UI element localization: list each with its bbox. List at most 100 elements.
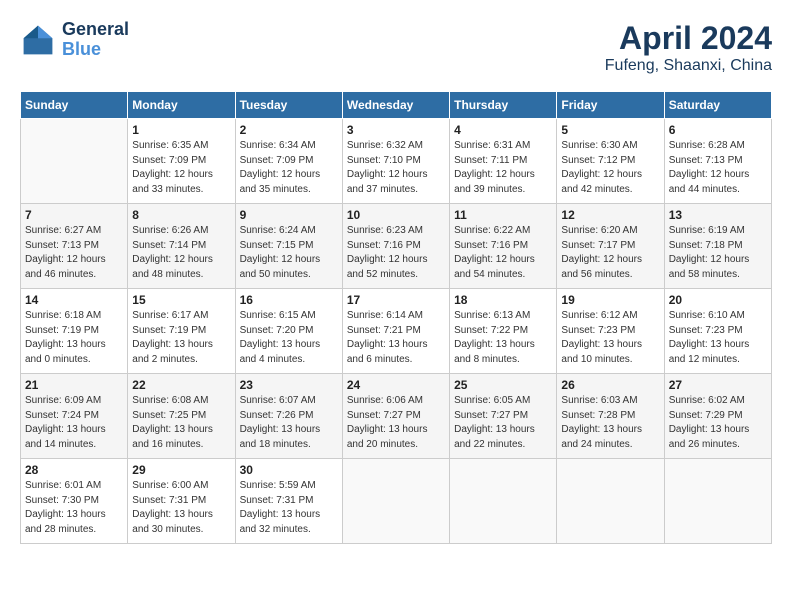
day-number: 3 bbox=[347, 123, 445, 137]
day-info: Sunrise: 6:12 AMSunset: 7:23 PMDaylight:… bbox=[561, 309, 659, 367]
calendar-cell: 16 Sunrise: 6:15 AMSunset: 7:20 PMDayligh… bbox=[235, 289, 342, 374]
day-number: 12 bbox=[561, 208, 659, 222]
calendar-cell: 30 Sunrise: 5:59 AMSunset: 7:31 PMDayligh… bbox=[235, 459, 342, 544]
day-number: 19 bbox=[561, 293, 659, 307]
day-number: 13 bbox=[669, 208, 767, 222]
day-number: 10 bbox=[347, 208, 445, 222]
logo: General Blue bbox=[20, 20, 129, 60]
calendar-cell: 22 Sunrise: 6:08 AMSunset: 7:25 PMDayligh… bbox=[128, 374, 235, 459]
calendar-cell: 19 Sunrise: 6:12 AMSunset: 7:23 PMDayligh… bbox=[557, 289, 664, 374]
calendar-cell: 15Sunrise: 6:17 AMSunset: 7:19 PMDayligh… bbox=[128, 289, 235, 374]
day-info: Sunrise: 6:05 AMSunset: 7:27 PMDaylight:… bbox=[454, 394, 552, 452]
day-number: 24 bbox=[347, 378, 445, 392]
day-number: 28 bbox=[25, 463, 123, 477]
calendar-cell: 12Sunrise: 6:20 AMSunset: 7:17 PMDayligh… bbox=[557, 204, 664, 289]
day-info: Sunrise: 6:31 AMSunset: 7:11 PMDaylight:… bbox=[454, 139, 552, 197]
day-info: Sunrise: 6:14 AMSunset: 7:21 PMDaylight:… bbox=[347, 309, 445, 367]
calendar-cell: 7 Sunrise: 6:27 AMSunset: 7:13 PMDaylight… bbox=[21, 204, 128, 289]
title-block: April 2024 Fufeng, Shaanxi, China bbox=[605, 20, 772, 75]
day-number: 27 bbox=[669, 378, 767, 392]
calendar-cell: 26 Sunrise: 6:03 AMSunset: 7:28 PMDayligh… bbox=[557, 374, 664, 459]
day-number: 26 bbox=[561, 378, 659, 392]
day-info: Sunrise: 6:27 AMSunset: 7:13 PMDaylight:… bbox=[25, 224, 123, 282]
calendar-cell: 9 Sunrise: 6:24 AMSunset: 7:15 PMDaylight… bbox=[235, 204, 342, 289]
day-header-monday: Monday bbox=[128, 92, 235, 119]
calendar-cell: 24 Sunrise: 6:06 AMSunset: 7:27 PMDayligh… bbox=[342, 374, 449, 459]
day-number: 14 bbox=[25, 293, 123, 307]
day-number: 1 bbox=[132, 123, 230, 137]
day-header-saturday: Saturday bbox=[664, 92, 771, 119]
calendar-cell: 1 Sunrise: 6:35 AMSunset: 7:09 PMDaylight… bbox=[128, 119, 235, 204]
day-number: 11 bbox=[454, 208, 552, 222]
calendar-cell bbox=[342, 459, 449, 544]
day-number: 29 bbox=[132, 463, 230, 477]
calendar-cell: 10 Sunrise: 6:23 AMSunset: 7:16 PMDayligh… bbox=[342, 204, 449, 289]
calendar-cell: 25 Sunrise: 6:05 AMSunset: 7:27 PMDayligh… bbox=[450, 374, 557, 459]
calendar-cell bbox=[664, 459, 771, 544]
day-header-wednesday: Wednesday bbox=[342, 92, 449, 119]
day-number: 6 bbox=[669, 123, 767, 137]
calendar-header: SundayMondayTuesdayWednesdayThursdayFrid… bbox=[21, 92, 772, 119]
day-info: Sunrise: 6:13 AMSunset: 7:22 PMDaylight:… bbox=[454, 309, 552, 367]
day-number: 22 bbox=[132, 378, 230, 392]
day-header-sunday: Sunday bbox=[21, 92, 128, 119]
day-info: Sunrise: 6:08 AMSunset: 7:25 PMDaylight:… bbox=[132, 394, 230, 452]
week-row-5: 28 Sunrise: 6:01 AMSunset: 7:30 PMDayligh… bbox=[21, 459, 772, 544]
month-title: April 2024 bbox=[605, 20, 772, 57]
day-number: 30 bbox=[240, 463, 338, 477]
calendar-cell: 13 Sunrise: 6:19 AMSunset: 7:18 PMDayligh… bbox=[664, 204, 771, 289]
day-info: Sunrise: 6:34 AMSunset: 7:09 PMDaylight:… bbox=[240, 139, 338, 197]
day-info: Sunrise: 6:02 AMSunset: 7:29 PMDaylight:… bbox=[669, 394, 767, 452]
logo-text: General Blue bbox=[62, 20, 129, 60]
day-info: Sunrise: 6:32 AMSunset: 7:10 PMDaylight:… bbox=[347, 139, 445, 197]
calendar-cell: 8 Sunrise: 6:26 AMSunset: 7:14 PMDaylight… bbox=[128, 204, 235, 289]
day-header-tuesday: Tuesday bbox=[235, 92, 342, 119]
calendar-body: 1 Sunrise: 6:35 AMSunset: 7:09 PMDaylight… bbox=[21, 119, 772, 544]
day-number: 7 bbox=[25, 208, 123, 222]
day-info: Sunrise: 6:30 AMSunset: 7:12 PMDaylight:… bbox=[561, 139, 659, 197]
day-info: Sunrise: 6:18 AMSunset: 7:19 PMDaylight:… bbox=[25, 309, 123, 367]
day-info: Sunrise: 6:19 AMSunset: 7:18 PMDaylight:… bbox=[669, 224, 767, 282]
day-info: Sunrise: 6:06 AMSunset: 7:27 PMDaylight:… bbox=[347, 394, 445, 452]
day-number: 23 bbox=[240, 378, 338, 392]
calendar-cell: 29 Sunrise: 6:00 AMSunset: 7:31 PMDayligh… bbox=[128, 459, 235, 544]
day-info: Sunrise: 6:10 AMSunset: 7:23 PMDaylight:… bbox=[669, 309, 767, 367]
calendar-cell: 28 Sunrise: 6:01 AMSunset: 7:30 PMDayligh… bbox=[21, 459, 128, 544]
day-info: Sunrise: 5:59 AMSunset: 7:31 PMDaylight:… bbox=[240, 479, 338, 537]
week-row-4: 21Sunrise: 6:09 AMSunset: 7:24 PMDayligh… bbox=[21, 374, 772, 459]
day-number: 4 bbox=[454, 123, 552, 137]
day-number: 18 bbox=[454, 293, 552, 307]
day-info: Sunrise: 6:28 AMSunset: 7:13 PMDaylight:… bbox=[669, 139, 767, 197]
day-info: Sunrise: 6:35 AMSunset: 7:09 PMDaylight:… bbox=[132, 139, 230, 197]
calendar-cell: 2 Sunrise: 6:34 AMSunset: 7:09 PMDaylight… bbox=[235, 119, 342, 204]
day-info: Sunrise: 6:23 AMSunset: 7:16 PMDaylight:… bbox=[347, 224, 445, 282]
calendar-cell: 21Sunrise: 6:09 AMSunset: 7:24 PMDayligh… bbox=[21, 374, 128, 459]
day-number: 2 bbox=[240, 123, 338, 137]
day-number: 17 bbox=[347, 293, 445, 307]
calendar-cell: 11 Sunrise: 6:22 AMSunset: 7:16 PMDayligh… bbox=[450, 204, 557, 289]
day-number: 9 bbox=[240, 208, 338, 222]
day-number: 16 bbox=[240, 293, 338, 307]
day-info: Sunrise: 6:15 AMSunset: 7:20 PMDaylight:… bbox=[240, 309, 338, 367]
calendar-cell: 23Sunrise: 6:07 AMSunset: 7:26 PMDayligh… bbox=[235, 374, 342, 459]
day-number: 25 bbox=[454, 378, 552, 392]
calendar-cell bbox=[21, 119, 128, 204]
calendar-cell bbox=[450, 459, 557, 544]
calendar-cell: 6 Sunrise: 6:28 AMSunset: 7:13 PMDaylight… bbox=[664, 119, 771, 204]
location: Fufeng, Shaanxi, China bbox=[605, 57, 772, 75]
day-info: Sunrise: 6:26 AMSunset: 7:14 PMDaylight:… bbox=[132, 224, 230, 282]
logo-icon bbox=[20, 22, 56, 58]
calendar-cell: 18 Sunrise: 6:13 AMSunset: 7:22 PMDayligh… bbox=[450, 289, 557, 374]
day-info: Sunrise: 6:22 AMSunset: 7:16 PMDaylight:… bbox=[454, 224, 552, 282]
day-info: Sunrise: 6:00 AMSunset: 7:31 PMDaylight:… bbox=[132, 479, 230, 537]
day-info: Sunrise: 6:01 AMSunset: 7:30 PMDaylight:… bbox=[25, 479, 123, 537]
day-info: Sunrise: 6:03 AMSunset: 7:28 PMDaylight:… bbox=[561, 394, 659, 452]
calendar-cell bbox=[557, 459, 664, 544]
day-info: Sunrise: 6:17 AMSunset: 7:19 PMDaylight:… bbox=[132, 309, 230, 367]
calendar-cell: 17 Sunrise: 6:14 AMSunset: 7:21 PMDayligh… bbox=[342, 289, 449, 374]
calendar-cell: 27 Sunrise: 6:02 AMSunset: 7:29 PMDayligh… bbox=[664, 374, 771, 459]
day-info: Sunrise: 6:24 AMSunset: 7:15 PMDaylight:… bbox=[240, 224, 338, 282]
day-header-thursday: Thursday bbox=[450, 92, 557, 119]
calendar-cell: 3 Sunrise: 6:32 AMSunset: 7:10 PMDaylight… bbox=[342, 119, 449, 204]
day-number: 8 bbox=[132, 208, 230, 222]
